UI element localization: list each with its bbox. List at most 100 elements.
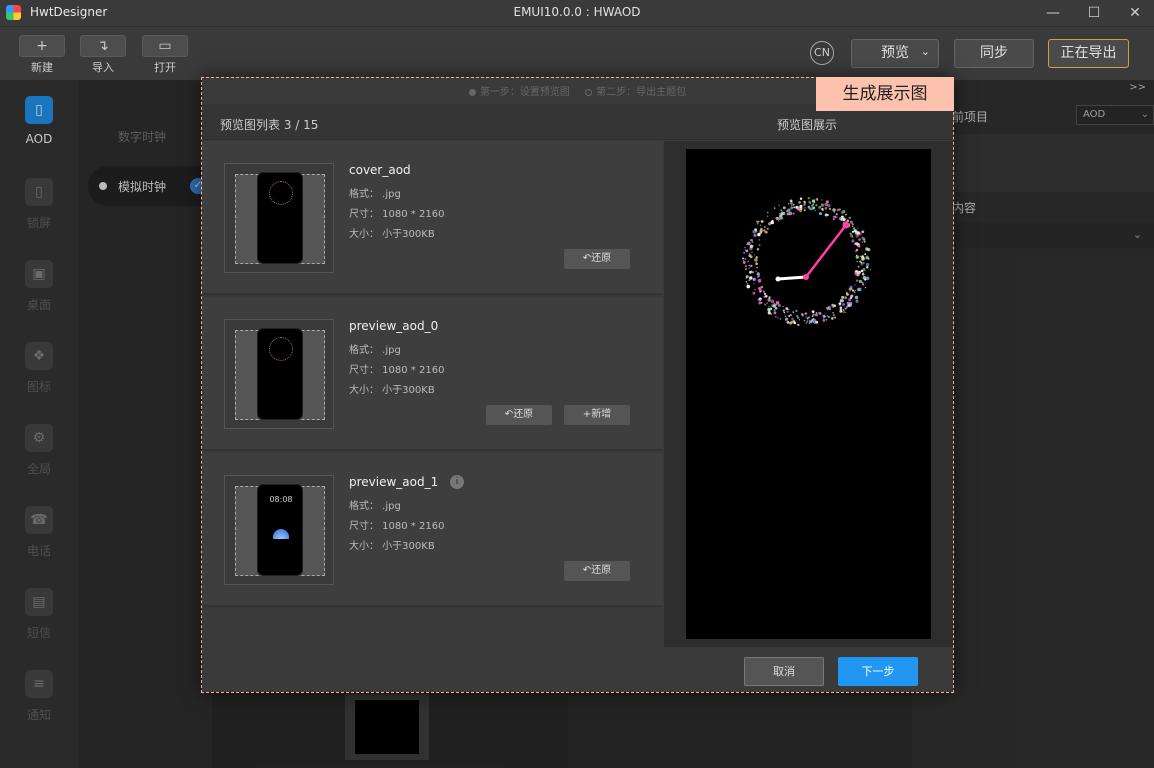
particle xyxy=(788,211,793,216)
import-button[interactable]: ↴ 导入 xyxy=(80,35,126,75)
open-button[interactable]: ▭ 打开 xyxy=(142,35,188,75)
particle xyxy=(858,279,862,284)
cancel-button[interactable]: 取消 xyxy=(744,657,824,686)
particle xyxy=(767,308,771,312)
restore-button[interactable]: ↶还原 xyxy=(486,405,552,425)
particle xyxy=(780,209,783,212)
particle xyxy=(799,204,803,208)
hour-tip xyxy=(775,276,781,282)
list-item[interactable]: preview_aod_0 格式： .jpg 尺寸： 1080 * 2160 大… xyxy=(202,297,663,451)
new-button[interactable]: + 新建 xyxy=(19,35,65,75)
particle xyxy=(814,313,818,317)
particle xyxy=(793,321,796,325)
particle xyxy=(778,204,780,207)
particle xyxy=(807,197,810,200)
particle xyxy=(862,237,866,241)
list-item[interactable]: cover_aod 格式： .jpg 尺寸： 1080 * 2160 大小： 小… xyxy=(202,141,663,295)
restore-button[interactable]: ↶还原 xyxy=(564,561,630,581)
particle xyxy=(747,260,749,263)
minimize-button[interactable]: — xyxy=(1043,3,1063,23)
particle xyxy=(784,315,787,318)
particle xyxy=(801,313,804,316)
add-label: 新增 xyxy=(591,409,612,420)
particle xyxy=(862,273,865,275)
particle xyxy=(822,319,826,322)
particle xyxy=(845,311,847,314)
particle xyxy=(858,270,861,274)
particle xyxy=(754,288,757,291)
particle xyxy=(751,271,754,274)
particle xyxy=(758,298,762,302)
particle xyxy=(792,203,795,206)
particle xyxy=(748,267,750,269)
phone-thumbnail: 08:08 xyxy=(257,484,303,576)
particle xyxy=(832,314,835,316)
preview-display-title: 预览图展示 xyxy=(777,118,838,132)
particle xyxy=(792,311,795,314)
particle xyxy=(774,306,778,310)
particle xyxy=(823,317,825,319)
step-1: 第一步：设置预览图 xyxy=(479,87,570,98)
particle xyxy=(810,319,814,322)
item-filesize: 大小： 小于300KB xyxy=(349,385,435,396)
particle xyxy=(851,239,855,243)
particle xyxy=(862,262,865,265)
sync-button[interactable]: 同步 xyxy=(954,39,1034,68)
weather-thumbnail-icon xyxy=(273,529,289,539)
particle xyxy=(790,206,794,210)
particle xyxy=(851,223,854,226)
close-button[interactable]: ✕ xyxy=(1125,3,1145,23)
particle xyxy=(777,317,779,319)
particle xyxy=(829,308,831,311)
export-button[interactable]: 正在导出 xyxy=(1048,39,1129,68)
particle xyxy=(853,291,856,293)
item-name: preview_aod_0 xyxy=(349,319,439,333)
language-toggle[interactable]: CN xyxy=(810,41,834,65)
restore-button[interactable]: ↶还原 xyxy=(564,249,630,269)
particle xyxy=(746,283,749,285)
import-label: 导入 xyxy=(92,61,114,74)
particle xyxy=(765,294,768,298)
particle xyxy=(745,249,749,253)
chevron-down-icon: ⌄ xyxy=(920,45,930,58)
particle xyxy=(831,317,834,320)
item-filesize: 大小： 小于300KB xyxy=(349,229,435,240)
particle xyxy=(781,211,784,215)
open-label: 打开 xyxy=(154,61,176,74)
particle xyxy=(750,238,753,242)
particle xyxy=(815,204,818,207)
minute-tip xyxy=(842,221,850,229)
next-step-button[interactable]: 下一步 xyxy=(838,657,918,686)
add-button[interactable]: +新增 xyxy=(564,405,630,425)
particle xyxy=(788,308,790,311)
list-item[interactable]: 08:08 preview_aod_1 i 格式： .jpg 尺寸： 1080 … xyxy=(202,453,663,607)
clock-center xyxy=(803,274,809,280)
maximize-button[interactable]: ☐ xyxy=(1084,3,1104,23)
particle xyxy=(795,309,798,312)
particle xyxy=(804,312,808,316)
phone-thumbnail xyxy=(257,172,303,264)
particle xyxy=(774,207,776,209)
particle xyxy=(846,301,850,305)
particle xyxy=(749,255,753,259)
particle xyxy=(864,287,867,289)
particle xyxy=(767,298,771,302)
particle xyxy=(744,249,746,251)
particle xyxy=(839,308,843,311)
preview-button[interactable]: 预览 ⌄ xyxy=(851,39,939,68)
particle xyxy=(745,281,748,283)
particle xyxy=(807,318,809,320)
particle xyxy=(840,310,843,313)
particle xyxy=(752,291,756,295)
particle xyxy=(836,216,838,218)
particle xyxy=(857,287,862,292)
particle xyxy=(744,258,747,260)
title-bar: HwtDesigner EMUI10.0.0 : HWAOD — ☐ ✕ xyxy=(0,0,1154,26)
import-icon: ↴ xyxy=(80,35,126,57)
particle xyxy=(744,246,746,249)
particle xyxy=(754,258,758,262)
particle-ring xyxy=(742,197,872,326)
clock-thumbnail-icon xyxy=(269,181,293,205)
info-icon[interactable]: i xyxy=(450,475,464,489)
particle xyxy=(799,197,803,200)
